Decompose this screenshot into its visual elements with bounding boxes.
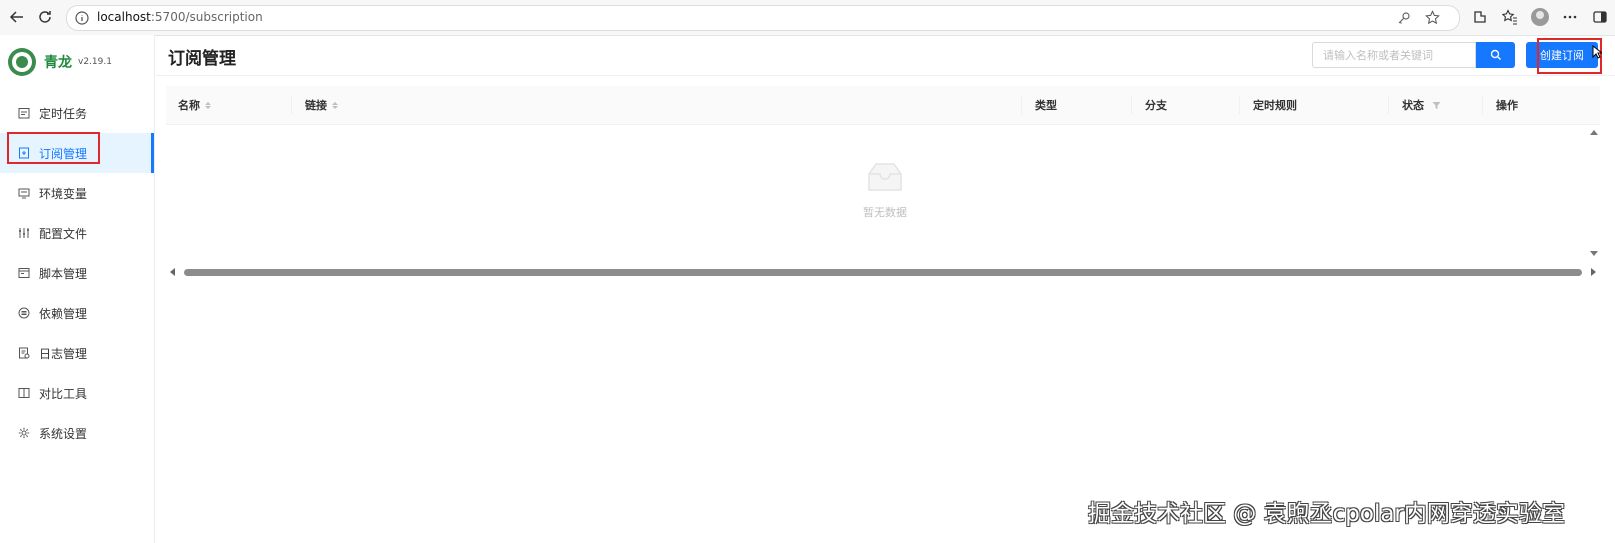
diff-icon — [17, 386, 31, 400]
search-input[interactable] — [1312, 42, 1476, 68]
scroll-right-arrow[interactable] — [1591, 268, 1596, 276]
sidebar-menu: 定时任务 订阅管理 环境变量 配置文件 脚本管理 依赖管理 日志管理 对比工具 … — [0, 93, 154, 453]
app-name: 青龙 — [44, 55, 72, 71]
reload-icon[interactable] — [34, 6, 56, 28]
column-divider — [1239, 96, 1240, 114]
sidebar-item-log[interactable]: 日志管理 — [0, 333, 154, 373]
url-text: localhost:5700/subscription — [97, 10, 263, 24]
sliders-icon — [17, 226, 31, 240]
sidebar-item-env[interactable]: 环境变量 — [0, 173, 154, 213]
sidebar-toggle-icon[interactable] — [1590, 7, 1610, 27]
sort-icon[interactable] — [205, 101, 211, 109]
column-divider — [1388, 96, 1389, 114]
sidebar-item-label: 依赖管理 — [39, 306, 88, 321]
column-header-label: 类型 — [1035, 99, 1057, 112]
watermark: 掘金技术社区 @ 袁煦丞cpolar内网穿透实验室 — [1088, 501, 1565, 527]
create-subscription-label: 创建订阅 — [1540, 49, 1584, 62]
gear-icon — [17, 426, 31, 440]
sidebar-item-label: 订阅管理 — [39, 146, 88, 161]
column-header-name[interactable]: 名称 — [178, 86, 211, 124]
url-host: localhost — [97, 10, 151, 24]
sidebar-item-cron[interactable]: 定时任务 — [0, 93, 154, 133]
column-divider — [1482, 96, 1483, 114]
create-subscription-button[interactable]: 创建订阅 — [1526, 42, 1598, 68]
search-icon — [1490, 46, 1502, 65]
sort-icon[interactable] — [332, 101, 338, 109]
horizontal-scrollbar[interactable] — [166, 266, 1600, 278]
sidebar-item-label: 定时任务 — [39, 106, 88, 121]
subscription-table-header: 名称 链接 类型 分支 定时规则 状态 操作 — [166, 86, 1600, 125]
script-icon — [17, 266, 31, 280]
column-header-url[interactable]: 链接 — [305, 86, 338, 124]
column-divider — [291, 96, 292, 114]
column-header-label: 分支 — [1145, 99, 1167, 112]
calendar-icon — [17, 106, 31, 120]
sidebar-item-label: 对比工具 — [39, 386, 88, 401]
sidebar-item-diff[interactable]: 对比工具 — [0, 373, 154, 413]
horizontal-scroll-thumb[interactable] — [184, 269, 1582, 276]
sidebar-item-settings[interactable]: 系统设置 — [0, 413, 154, 453]
star-icon[interactable] — [1425, 10, 1440, 29]
dependency-icon — [17, 306, 31, 320]
column-header-label: 状态 — [1402, 99, 1424, 112]
sidebar-item-subscription[interactable]: 订阅管理 — [0, 133, 154, 173]
column-header-status[interactable]: 状态 — [1402, 86, 1441, 124]
sidebar-item-label: 日志管理 — [39, 346, 88, 361]
column-header-label: 操作 — [1496, 99, 1518, 112]
browser-toolbar: localhost:5700/subscription — [0, 0, 1615, 36]
key-icon[interactable] — [1397, 10, 1411, 29]
page-title: 订阅管理 — [168, 49, 236, 69]
app-version: v2.19.1 — [78, 57, 112, 67]
sidebar-item-dependency[interactable]: 依赖管理 — [0, 293, 154, 333]
filter-icon[interactable] — [1432, 101, 1441, 110]
search-button[interactable] — [1476, 42, 1515, 68]
empty-text: 暂无数据 — [863, 206, 907, 219]
scroll-left-arrow[interactable] — [170, 268, 175, 276]
extension-icon[interactable] — [1470, 7, 1490, 27]
sidebar-item-label: 配置文件 — [39, 226, 88, 241]
column-header-label: 链接 — [305, 99, 327, 112]
column-header-type: 类型 — [1035, 86, 1057, 124]
sidebar-item-config[interactable]: 配置文件 — [0, 213, 154, 253]
profile-avatar[interactable] — [1530, 7, 1550, 27]
header-divider — [154, 75, 1615, 76]
more-icon[interactable] — [1560, 7, 1580, 27]
scroll-up-arrow[interactable] — [1590, 130, 1598, 135]
column-header-branch: 分支 — [1145, 86, 1167, 124]
sidebar: 青龙 v2.19.1 定时任务 订阅管理 环境变量 配置文件 脚本管理 依赖管理… — [0, 35, 155, 543]
log-icon — [17, 346, 31, 360]
empty-inbox-icon — [861, 163, 909, 200]
monitor-icon — [17, 186, 31, 200]
sidebar-item-label: 系统设置 — [39, 426, 88, 441]
column-divider — [1131, 96, 1132, 114]
column-header-actions: 操作 — [1496, 86, 1518, 124]
url-path: :5700/subscription — [150, 10, 263, 24]
sidebar-item-script[interactable]: 脚本管理 — [0, 253, 154, 293]
qinglong-logo — [8, 48, 36, 76]
column-header-schedule: 定时规则 — [1253, 86, 1297, 124]
empty-state: 暂无数据 — [830, 160, 940, 220]
favorites-icon[interactable] — [1500, 7, 1520, 27]
subscription-icon — [17, 146, 31, 160]
column-header-label: 名称 — [178, 99, 200, 112]
column-header-label: 定时规则 — [1253, 99, 1297, 112]
sidebar-item-label: 环境变量 — [39, 186, 88, 201]
brand[interactable]: 青龙 v2.19.1 — [8, 47, 112, 77]
back-icon[interactable] — [6, 6, 28, 28]
info-icon[interactable] — [75, 10, 89, 29]
address-bar[interactable]: localhost:5700/subscription — [66, 5, 1460, 31]
column-divider — [1021, 96, 1022, 114]
mouse-cursor-icon — [1592, 44, 1604, 63]
sidebar-item-label: 脚本管理 — [39, 266, 88, 281]
scroll-down-arrow[interactable] — [1590, 251, 1598, 256]
